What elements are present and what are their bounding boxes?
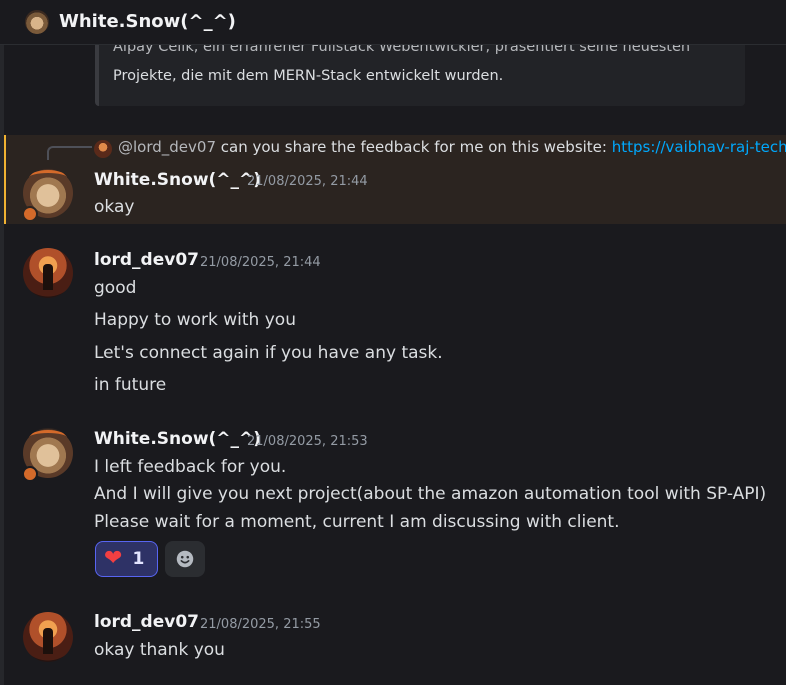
message-author[interactable]: White.Snow(^_^) bbox=[94, 170, 261, 190]
add-reaction-button[interactable] bbox=[165, 541, 205, 577]
message-author[interactable]: lord_dev07 bbox=[94, 612, 199, 632]
message-text: Happy to work with you bbox=[94, 310, 296, 330]
message-author[interactable]: lord_dev07 bbox=[94, 250, 199, 270]
message-text: I left feedback for you. bbox=[94, 457, 287, 477]
embed-description-line: Alpay Celik, ein erfahrener Fullstack We… bbox=[113, 44, 691, 55]
header-title[interactable]: White.Snow(^_^) bbox=[59, 11, 236, 32]
reply-avatar[interactable] bbox=[94, 140, 112, 158]
message-timestamp: 21/08/2025, 21:44 bbox=[200, 255, 321, 270]
reply-link[interactable]: https://vaibhav-raj-tech. bbox=[612, 138, 786, 156]
channel-header: White.Snow(^_^) bbox=[0, 0, 786, 45]
message-text: And I will give you next project(about t… bbox=[94, 484, 767, 504]
message-text: okay thank you bbox=[94, 640, 225, 660]
reaction-heart[interactable]: ❤ 1 bbox=[95, 541, 158, 577]
smiley-icon bbox=[176, 550, 194, 568]
message-timestamp: 21/08/2025, 21:44 bbox=[247, 174, 368, 189]
message-timestamp: 21/08/2025, 21:53 bbox=[247, 434, 368, 449]
avatar-lord-dev07[interactable] bbox=[23, 612, 73, 662]
avatar-decoration-badge bbox=[22, 466, 38, 482]
message-author[interactable]: White.Snow(^_^) bbox=[94, 429, 261, 449]
reply-preview[interactable]: @lord_dev07 can you share the feedback f… bbox=[118, 138, 786, 156]
avatar-lord-dev07[interactable] bbox=[23, 248, 73, 298]
embed-description: Projekte, die mit dem MERN-Stack entwick… bbox=[113, 68, 504, 84]
heart-icon: ❤ bbox=[104, 546, 123, 571]
message-text: Let's connect again if you have any task… bbox=[94, 343, 443, 363]
reply-mention[interactable]: @lord_dev07 bbox=[118, 138, 216, 156]
message-text: okay bbox=[94, 197, 135, 217]
message-text: in future bbox=[94, 375, 167, 395]
reply-spine bbox=[47, 146, 92, 160]
header-avatar[interactable] bbox=[25, 10, 49, 34]
message-timestamp: 21/08/2025, 21:55 bbox=[200, 617, 321, 632]
message-text: good bbox=[94, 278, 137, 298]
avatar-decoration-badge bbox=[22, 206, 38, 222]
reply-text: can you share the feedback for me on thi… bbox=[215, 138, 612, 156]
message-text: Please wait for a moment, current I am d… bbox=[94, 512, 620, 532]
reaction-count: 1 bbox=[132, 549, 145, 569]
link-embed: Alpay Celik, ein erfahrener Fullstack We… bbox=[95, 44, 745, 106]
